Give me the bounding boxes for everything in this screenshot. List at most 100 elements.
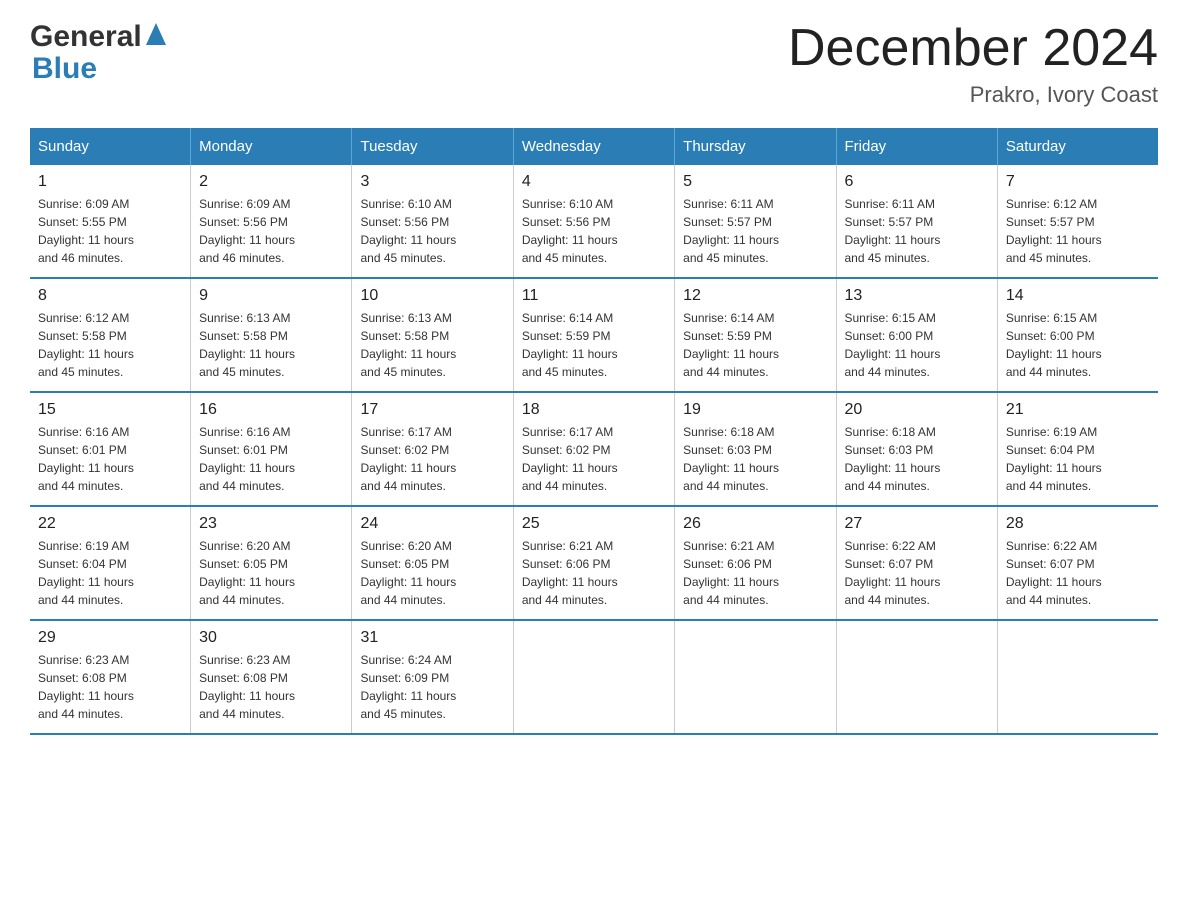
day-number: 20 [845, 401, 989, 419]
calendar-cell: 25 Sunrise: 6:21 AM Sunset: 6:06 PM Dayli… [513, 506, 674, 620]
calendar-cell: 19Sunrise: 6:18 AM Sunset: 6:03 PM Dayli… [675, 392, 836, 506]
title-section: December 2024 Prakro, Ivory Coast [788, 20, 1158, 108]
day-number: 6 [845, 173, 989, 191]
day-info: Sunrise: 6:24 AM Sunset: 6:09 PM Dayligh… [360, 651, 504, 723]
day-number: 14 [1006, 287, 1150, 305]
calendar-cell: 26Sunrise: 6:21 AM Sunset: 6:06 PM Dayli… [675, 506, 836, 620]
subtitle: Prakro, Ivory Coast [788, 82, 1158, 108]
calendar-cell: 11 Sunrise: 6:14 AM Sunset: 5:59 PM Dayli… [513, 278, 674, 392]
day-info: Sunrise: 6:20 AM Sunset: 6:05 PM Dayligh… [199, 537, 343, 609]
day-number: 22 [38, 515, 182, 533]
week-row-5: 29 Sunrise: 6:23 AM Sunset: 6:08 PM Dayli… [30, 620, 1158, 734]
day-number: 28 [1006, 515, 1150, 533]
calendar-cell: 31 Sunrise: 6:24 AM Sunset: 6:09 PM Dayli… [352, 620, 513, 734]
day-info: Sunrise: 6:13 AM Sunset: 5:58 PM Dayligh… [199, 309, 343, 381]
calendar-cell: 27 Sunrise: 6:22 AM Sunset: 6:07 PM Dayli… [836, 506, 997, 620]
calendar-cell: 12 Sunrise: 6:14 AM Sunset: 5:59 PM Dayli… [675, 278, 836, 392]
calendar-table: SundayMondayTuesdayWednesdayThursdayFrid… [30, 128, 1158, 735]
day-number: 25 [522, 515, 666, 533]
day-info: Sunrise: 6:15 AM Sunset: 6:00 PM Dayligh… [1006, 309, 1150, 381]
calendar-cell: 10 Sunrise: 6:13 AM Sunset: 5:58 PM Dayli… [352, 278, 513, 392]
day-info: Sunrise: 6:14 AM Sunset: 5:59 PM Dayligh… [522, 309, 666, 381]
day-info: Sunrise: 6:11 AM Sunset: 5:57 PM Dayligh… [683, 195, 827, 267]
weekday-header-monday: Monday [191, 128, 352, 165]
day-info: Sunrise: 6:10 AM Sunset: 5:56 PM Dayligh… [522, 195, 666, 267]
day-number: 19 [683, 401, 827, 419]
day-number: 30 [199, 629, 343, 647]
calendar-cell: 2Sunrise: 6:09 AM Sunset: 5:56 PM Daylig… [191, 165, 352, 278]
day-number: 13 [845, 287, 989, 305]
day-info: Sunrise: 6:19 AM Sunset: 6:04 PM Dayligh… [38, 537, 182, 609]
calendar-cell: 23Sunrise: 6:20 AM Sunset: 6:05 PM Dayli… [191, 506, 352, 620]
week-row-1: 1Sunrise: 6:09 AM Sunset: 5:55 PM Daylig… [30, 165, 1158, 278]
day-info: Sunrise: 6:15 AM Sunset: 6:00 PM Dayligh… [845, 309, 989, 381]
day-info: Sunrise: 6:14 AM Sunset: 5:59 PM Dayligh… [683, 309, 827, 381]
logo: General Blue [30, 20, 166, 86]
day-number: 24 [360, 515, 504, 533]
calendar-cell: 5Sunrise: 6:11 AM Sunset: 5:57 PM Daylig… [675, 165, 836, 278]
day-number: 29 [38, 629, 182, 647]
logo-general-text: General [30, 20, 142, 54]
calendar-cell: 18 Sunrise: 6:17 AM Sunset: 6:02 PM Dayli… [513, 392, 674, 506]
day-info: Sunrise: 6:16 AM Sunset: 6:01 PM Dayligh… [38, 423, 182, 495]
day-info: Sunrise: 6:12 AM Sunset: 5:57 PM Dayligh… [1006, 195, 1150, 267]
day-number: 17 [360, 401, 504, 419]
week-row-2: 8 Sunrise: 6:12 AM Sunset: 5:58 PM Daylig… [30, 278, 1158, 392]
calendar-cell: 3Sunrise: 6:10 AM Sunset: 5:56 PM Daylig… [352, 165, 513, 278]
calendar-cell: 1Sunrise: 6:09 AM Sunset: 5:55 PM Daylig… [30, 165, 191, 278]
calendar-cell: 7 Sunrise: 6:12 AM Sunset: 5:57 PM Daylig… [997, 165, 1158, 278]
weekday-header-row: SundayMondayTuesdayWednesdayThursdayFrid… [30, 128, 1158, 165]
day-info: Sunrise: 6:11 AM Sunset: 5:57 PM Dayligh… [845, 195, 989, 267]
weekday-header-wednesday: Wednesday [513, 128, 674, 165]
day-number: 8 [38, 287, 182, 305]
week-row-4: 22 Sunrise: 6:19 AM Sunset: 6:04 PM Dayli… [30, 506, 1158, 620]
day-number: 16 [199, 401, 343, 419]
weekday-header-saturday: Saturday [997, 128, 1158, 165]
day-info: Sunrise: 6:22 AM Sunset: 6:07 PM Dayligh… [845, 537, 989, 609]
main-title: December 2024 [788, 20, 1158, 77]
calendar-cell: 29 Sunrise: 6:23 AM Sunset: 6:08 PM Dayli… [30, 620, 191, 734]
calendar-cell [836, 620, 997, 734]
day-info: Sunrise: 6:10 AM Sunset: 5:56 PM Dayligh… [360, 195, 504, 267]
day-number: 15 [38, 401, 182, 419]
calendar-cell: 28Sunrise: 6:22 AM Sunset: 6:07 PM Dayli… [997, 506, 1158, 620]
logo-triangle-icon [146, 23, 166, 50]
day-number: 27 [845, 515, 989, 533]
day-number: 10 [360, 287, 504, 305]
calendar-cell: 14 Sunrise: 6:15 AM Sunset: 6:00 PM Dayli… [997, 278, 1158, 392]
day-number: 18 [522, 401, 666, 419]
calendar-cell: 17 Sunrise: 6:17 AM Sunset: 6:02 PM Dayli… [352, 392, 513, 506]
day-info: Sunrise: 6:23 AM Sunset: 6:08 PM Dayligh… [38, 651, 182, 723]
day-number: 26 [683, 515, 827, 533]
weekday-header-friday: Friday [836, 128, 997, 165]
calendar-cell: 30 Sunrise: 6:23 AM Sunset: 6:08 PM Dayli… [191, 620, 352, 734]
calendar-cell: 13 Sunrise: 6:15 AM Sunset: 6:00 PM Dayli… [836, 278, 997, 392]
day-number: 7 [1006, 173, 1150, 191]
calendar-cell: 4 Sunrise: 6:10 AM Sunset: 5:56 PM Daylig… [513, 165, 674, 278]
day-number: 21 [1006, 401, 1150, 419]
day-info: Sunrise: 6:21 AM Sunset: 6:06 PM Dayligh… [522, 537, 666, 609]
day-info: Sunrise: 6:16 AM Sunset: 6:01 PM Dayligh… [199, 423, 343, 495]
calendar-cell: 21 Sunrise: 6:19 AM Sunset: 6:04 PM Dayli… [997, 392, 1158, 506]
day-number: 4 [522, 173, 666, 191]
day-number: 12 [683, 287, 827, 305]
calendar-cell [675, 620, 836, 734]
calendar-cell: 6 Sunrise: 6:11 AM Sunset: 5:57 PM Daylig… [836, 165, 997, 278]
day-info: Sunrise: 6:23 AM Sunset: 6:08 PM Dayligh… [199, 651, 343, 723]
day-info: Sunrise: 6:17 AM Sunset: 6:02 PM Dayligh… [360, 423, 504, 495]
calendar-cell: 8 Sunrise: 6:12 AM Sunset: 5:58 PM Daylig… [30, 278, 191, 392]
day-info: Sunrise: 6:17 AM Sunset: 6:02 PM Dayligh… [522, 423, 666, 495]
day-number: 1 [38, 173, 182, 191]
day-info: Sunrise: 6:18 AM Sunset: 6:03 PM Dayligh… [845, 423, 989, 495]
day-info: Sunrise: 6:12 AM Sunset: 5:58 PM Dayligh… [38, 309, 182, 381]
page-header: General Blue December 2024 Prakro, Ivory… [30, 20, 1158, 108]
calendar-cell [513, 620, 674, 734]
weekday-header-thursday: Thursday [675, 128, 836, 165]
day-number: 11 [522, 287, 666, 305]
day-number: 31 [360, 629, 504, 647]
day-info: Sunrise: 6:19 AM Sunset: 6:04 PM Dayligh… [1006, 423, 1150, 495]
week-row-3: 15 Sunrise: 6:16 AM Sunset: 6:01 PM Dayli… [30, 392, 1158, 506]
calendar-cell: 24Sunrise: 6:20 AM Sunset: 6:05 PM Dayli… [352, 506, 513, 620]
logo-blue-text: Blue [32, 52, 97, 86]
day-info: Sunrise: 6:13 AM Sunset: 5:58 PM Dayligh… [360, 309, 504, 381]
